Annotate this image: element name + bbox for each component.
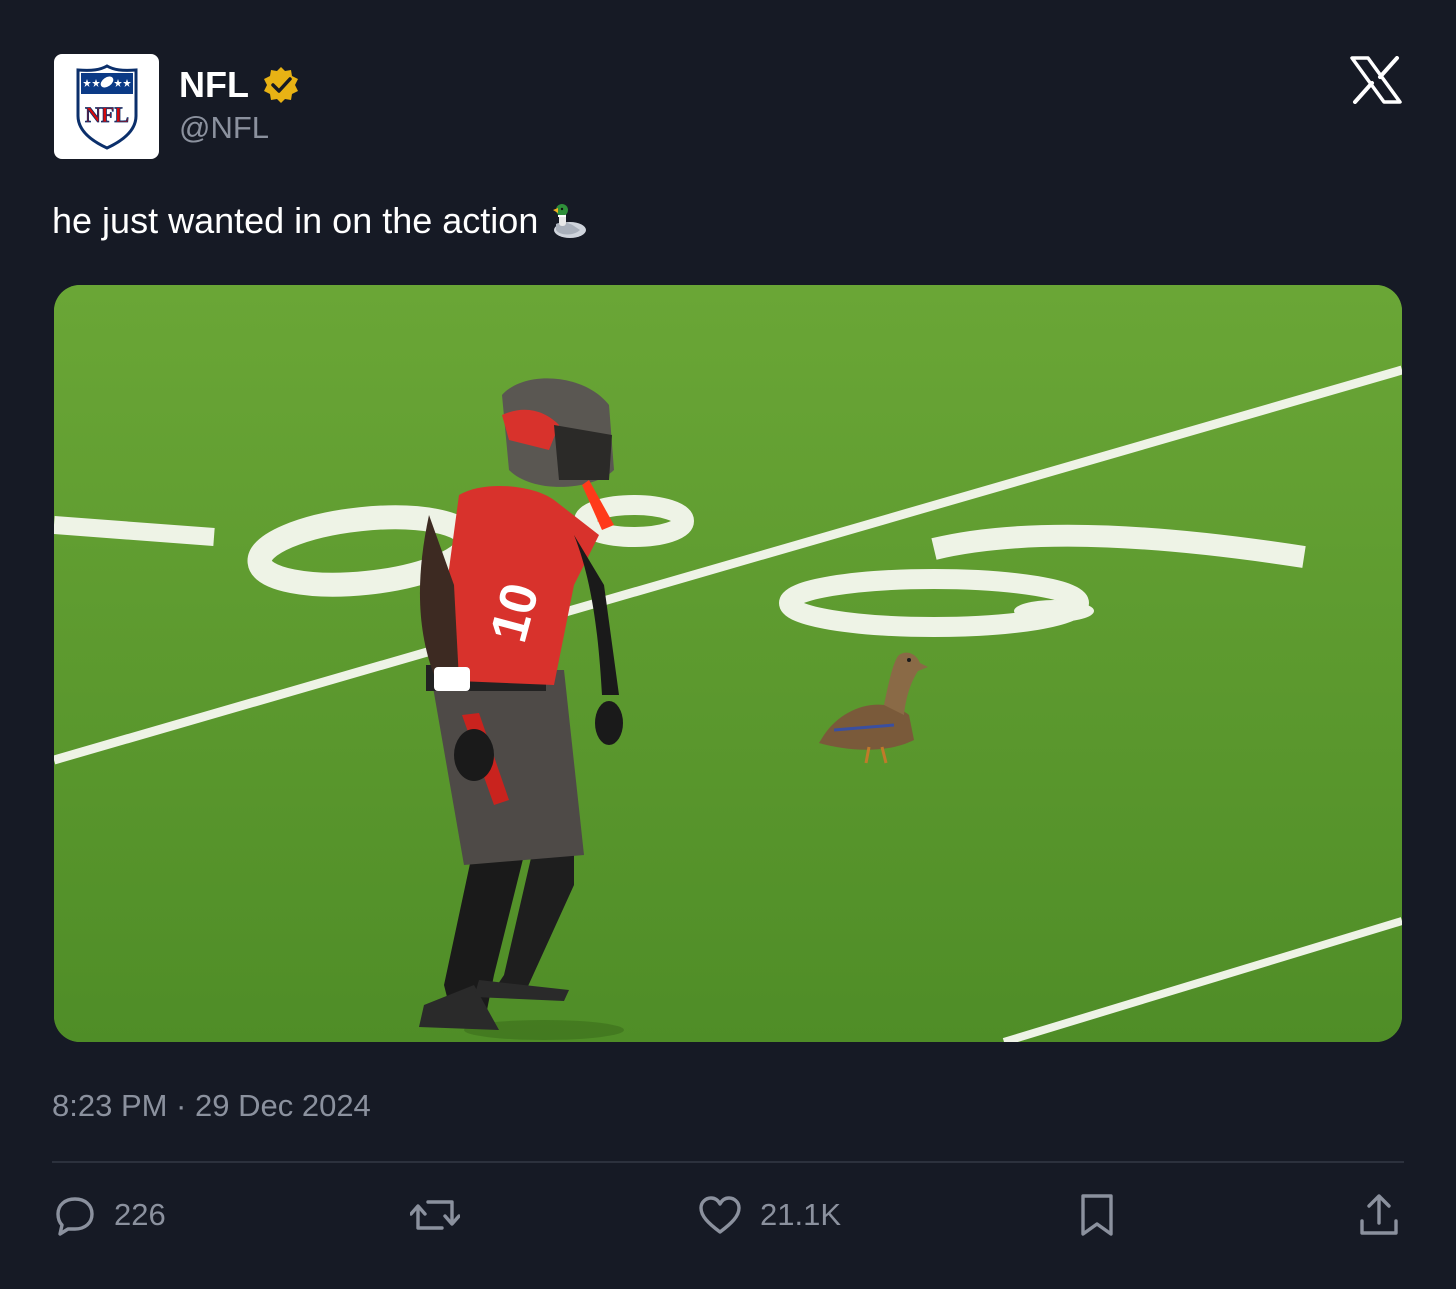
display-name-row[interactable]: NFL: [179, 64, 301, 106]
like-button[interactable]: 21.1K: [698, 1190, 841, 1240]
x-logo-icon[interactable]: [1350, 56, 1402, 104]
reply-button[interactable]: 226: [54, 1190, 166, 1240]
avatar[interactable]: NFL: [54, 54, 159, 159]
verified-badge-icon: [263, 67, 298, 103]
display-name[interactable]: NFL: [179, 64, 249, 106]
tweet-text: he just wanted in on the action: [52, 198, 588, 244]
user-handle[interactable]: @NFL: [179, 110, 269, 146]
tweet-card: NFL NFL @NFL he just wanted in on the ac…: [0, 0, 1456, 1289]
reply-count: 226: [114, 1197, 166, 1232]
svg-text:NFL: NFL: [85, 102, 129, 127]
tweet-body: he just wanted in on the action: [52, 200, 539, 241]
bookmark-button[interactable]: [1078, 1190, 1116, 1240]
duck-emoji-icon: [553, 204, 587, 238]
share-icon: [1360, 1194, 1398, 1235]
reply-icon: [56, 1197, 94, 1236]
football-field-photo: 10: [54, 285, 1402, 1042]
tweet-media-photo[interactable]: 10: [54, 285, 1402, 1042]
tweet-timestamp[interactable]: 8:23 PM · 29 Dec 2024: [52, 1086, 371, 1126]
bookmark-icon: [1081, 1194, 1113, 1236]
repost-button[interactable]: [410, 1190, 478, 1240]
like-icon: [699, 1196, 741, 1234]
like-count: 21.1K: [760, 1197, 842, 1232]
repost-icon: [410, 1200, 460, 1230]
nfl-shield-logo-icon: NFL: [76, 63, 137, 150]
divider: [52, 1161, 1404, 1163]
share-button[interactable]: [1358, 1190, 1400, 1240]
